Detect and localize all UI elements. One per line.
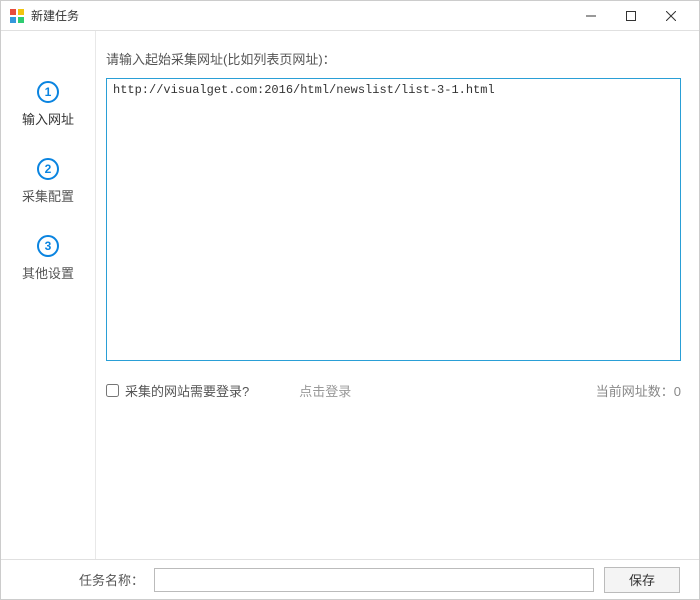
app-icon: [9, 8, 25, 24]
url-input[interactable]: [106, 78, 681, 361]
body-area: 1 输入网址 2 采集配置 3 其他设置 请输入起始采集网址(比如列表页网址)：…: [1, 31, 699, 559]
task-name-label: 任务名称：: [79, 570, 144, 589]
window-title: 新建任务: [31, 7, 571, 24]
sidebar-item-input-url[interactable]: 1 输入网址: [1, 71, 95, 148]
click-login-link[interactable]: 点击登录: [299, 381, 351, 400]
footer: 任务名称： 保存: [1, 559, 699, 599]
sidebar-item-other-settings[interactable]: 3 其他设置: [1, 225, 95, 302]
sidebar: 1 输入网址 2 采集配置 3 其他设置: [1, 31, 96, 559]
options-row: 采集的网站需要登录? 点击登录 当前网址数：0: [106, 379, 681, 402]
titlebar: 新建任务: [1, 1, 699, 31]
minimize-button[interactable]: [571, 2, 611, 30]
sidebar-item-label: 其他设置: [22, 263, 74, 282]
step-number-icon: 2: [37, 158, 59, 180]
login-required-checkbox-wrap[interactable]: 采集的网站需要登录?: [106, 381, 249, 400]
sidebar-item-label: 输入网址: [22, 109, 74, 128]
url-count-label: 当前网址数：0: [596, 381, 681, 400]
window-controls: [571, 2, 691, 30]
close-button[interactable]: [651, 2, 691, 30]
task-name-input[interactable]: [154, 568, 594, 592]
login-required-checkbox[interactable]: [106, 384, 119, 397]
step-number-icon: 1: [37, 81, 59, 103]
prompt-label: 请输入起始采集网址(比如列表页网址)：: [106, 49, 681, 68]
main-content: 请输入起始采集网址(比如列表页网址)： 采集的网站需要登录? 点击登录 当前网址…: [96, 31, 699, 559]
login-required-label: 采集的网站需要登录?: [125, 381, 249, 400]
save-button[interactable]: 保存: [604, 567, 680, 593]
step-number-icon: 3: [37, 235, 59, 257]
sidebar-item-collection-config[interactable]: 2 采集配置: [1, 148, 95, 225]
maximize-button[interactable]: [611, 2, 651, 30]
window-root: 新建任务 1 输入网址 2 采集配置 3 其他设置: [0, 0, 700, 600]
sidebar-item-label: 采集配置: [22, 186, 74, 205]
